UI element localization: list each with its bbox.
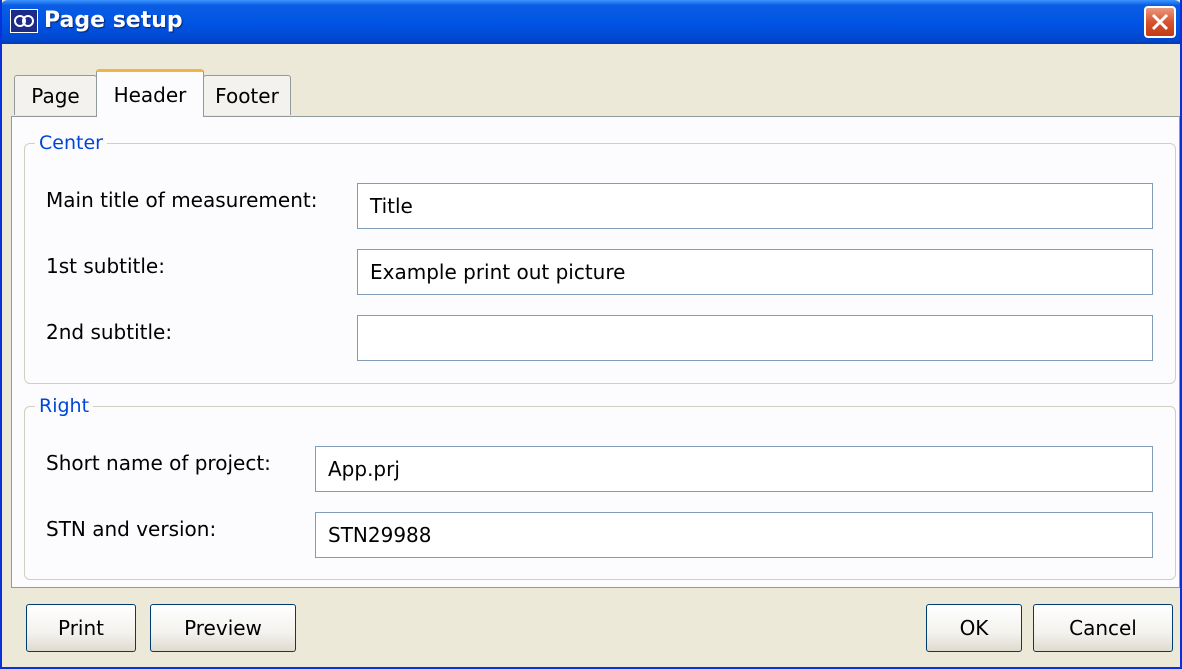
- app-logo-icon: [10, 9, 38, 33]
- ok-button[interactable]: OK: [926, 604, 1022, 652]
- stn-version-label: STN and version:: [46, 517, 217, 541]
- subtitle2-input[interactable]: [357, 315, 1153, 361]
- main-title-input[interactable]: Title: [357, 183, 1153, 229]
- stn-version-input[interactable]: STN29988: [315, 512, 1153, 558]
- right-legend: Right: [35, 395, 94, 417]
- print-button[interactable]: Print: [26, 604, 136, 652]
- project-name-label: Short name of project:: [46, 451, 271, 475]
- tab-header[interactable]: Header: [96, 69, 204, 117]
- preview-button[interactable]: Preview: [150, 604, 296, 652]
- center-legend: Center: [35, 132, 107, 154]
- main-title-label: Main title of measurement:: [46, 188, 318, 212]
- tab-page[interactable]: Page: [14, 75, 97, 115]
- tab-footer[interactable]: Footer: [203, 75, 291, 115]
- project-name-input[interactable]: App.prj: [315, 446, 1153, 492]
- subtitle1-label: 1st subtitle:: [46, 254, 165, 278]
- close-icon: [1151, 13, 1169, 31]
- title-bar: Page setup: [2, 0, 1180, 44]
- subtitle2-label: 2nd subtitle:: [46, 320, 173, 344]
- subtitle1-input[interactable]: Example print out picture: [357, 249, 1153, 295]
- page-setup-dialog: Page setup Page Header Footer Center Rig…: [0, 0, 1182, 669]
- cancel-button[interactable]: Cancel: [1033, 604, 1173, 652]
- header-tab-panel: Center Right Main title of measurement: …: [11, 116, 1180, 588]
- window-title: Page setup: [44, 8, 183, 33]
- close-button[interactable]: [1144, 6, 1176, 38]
